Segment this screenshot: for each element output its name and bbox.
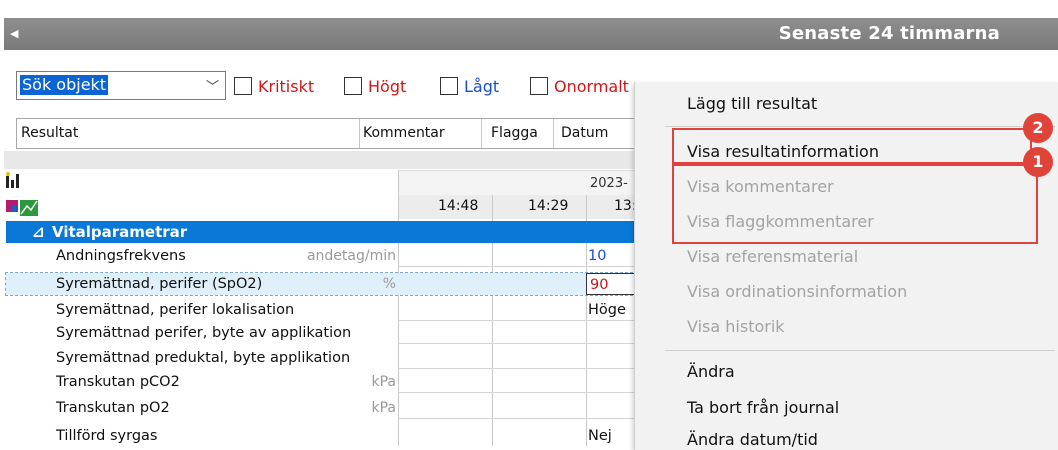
row-label: Tillförd syrgas bbox=[56, 428, 158, 444]
checkbox-icon bbox=[234, 77, 252, 95]
filter-onormalt[interactable]: Onormalt bbox=[530, 77, 629, 99]
results-column-header: Resultat Kommentar Flagga Datum bbox=[16, 118, 638, 149]
menu-item-show-history[interactable]: Visa historik bbox=[687, 317, 785, 336]
col-datum[interactable]: Datum bbox=[561, 119, 608, 148]
window-top-strip bbox=[0, 0, 1058, 11]
row-label: Syremättnad preduktal, byte applikation bbox=[56, 350, 351, 366]
row-label: Syremättnad perifer, byte av applikation bbox=[56, 325, 352, 341]
expand-toggle-icon[interactable]: ⊿ bbox=[32, 221, 45, 243]
table-row[interactable]: Tillförd syrgas Nej bbox=[6, 425, 642, 447]
filter-lagt[interactable]: Lågt bbox=[440, 77, 499, 99]
row-label: Andningsfrekvens bbox=[56, 248, 186, 264]
section-label: Vitalparametrar bbox=[52, 223, 188, 241]
menu-item-edit[interactable]: Ändra bbox=[687, 362, 735, 381]
chevron-down-icon: ﹀ bbox=[205, 80, 219, 95]
search-object-value: Sök objekt bbox=[20, 75, 109, 95]
checkbox-icon bbox=[530, 77, 548, 95]
callout-box-1 bbox=[672, 164, 1038, 244]
row-label: Syremättnad, perifer lokalisation bbox=[56, 302, 295, 318]
menu-item-show-reference[interactable]: Visa referensmaterial bbox=[687, 247, 858, 266]
col-flagga[interactable]: Flagga bbox=[491, 119, 538, 148]
col-resultat[interactable]: Resultat bbox=[21, 119, 78, 148]
date-header: 2023- bbox=[398, 170, 642, 196]
checkbox-icon bbox=[440, 77, 458, 95]
time-col-1[interactable]: 14:48 bbox=[438, 198, 478, 214]
table-row-selected[interactable]: Syremättnad, perifer (SpO2) % 90 bbox=[5, 272, 644, 296]
table-row[interactable]: Syremättnad preduktal, byte applikation bbox=[6, 347, 642, 369]
row-unit: andetag/min bbox=[306, 248, 396, 264]
header-title: Senaste 24 timmarna bbox=[778, 23, 1000, 44]
row-label: Transkutan pO2 bbox=[56, 400, 170, 416]
row-label: Syremättnad, perifer (SpO2) bbox=[56, 276, 263, 292]
row-unit: kPa bbox=[371, 400, 397, 416]
table-row[interactable]: Syremättnad, perifer lokalisation Höge bbox=[6, 299, 642, 321]
table-row[interactable]: Syremättnad perifer, byte av applikation bbox=[6, 322, 642, 344]
filter-kritiskt-label: Kritiskt bbox=[258, 77, 315, 96]
row-label: Transkutan pCO2 bbox=[56, 374, 180, 390]
time-col-2[interactable]: 14:29 bbox=[528, 198, 568, 214]
row-unit: kPa bbox=[371, 374, 397, 390]
checkbox-icon bbox=[344, 77, 362, 95]
row-unit: % bbox=[382, 276, 396, 292]
chevron-left-icon[interactable]: ◀ bbox=[10, 24, 28, 44]
date-label: 2023- bbox=[590, 176, 628, 191]
menu-item-remove[interactable]: Ta bort från journal bbox=[687, 398, 839, 417]
col-kommentar[interactable]: Kommentar bbox=[363, 119, 445, 148]
grid-top-band bbox=[4, 151, 644, 169]
search-object-select[interactable]: Sök objekt ﹀ bbox=[16, 71, 226, 100]
filter-hogt[interactable]: Högt bbox=[344, 77, 406, 99]
menu-item-show-order-info[interactable]: Visa ordinationsinformation bbox=[687, 282, 907, 301]
grid-toolbar-icons bbox=[4, 170, 64, 220]
callout-box-2 bbox=[672, 128, 1032, 164]
table-row[interactable]: Andningsfrekvens andetag/min 10 bbox=[6, 245, 642, 267]
filter-lagt-label: Lågt bbox=[464, 77, 500, 96]
filter-kritiskt[interactable]: Kritiskt bbox=[234, 77, 314, 99]
time-header: 14:48 14:29 13: bbox=[398, 195, 642, 219]
table-row[interactable]: Transkutan pCO2 kPa bbox=[6, 371, 642, 393]
section-vitalparametrar[interactable]: ⊿ Vitalparametrar bbox=[6, 221, 642, 243]
callout-badge-1: 1 bbox=[1023, 147, 1053, 177]
filter-hogt-label: Högt bbox=[368, 77, 407, 96]
filter-onormalt-label: Onormalt bbox=[554, 77, 629, 96]
chart-icon[interactable] bbox=[4, 170, 44, 220]
table-row[interactable]: Transkutan pO2 kPa bbox=[6, 397, 642, 419]
section-header-bar: ◀ Senaste 24 timmarna bbox=[4, 18, 1058, 50]
menu-item-change-datetime[interactable]: Ändra datum/tid bbox=[687, 430, 818, 449]
menu-item-add-result[interactable]: Lägg till resultat bbox=[687, 94, 817, 113]
callout-badge-2: 2 bbox=[1023, 113, 1053, 143]
